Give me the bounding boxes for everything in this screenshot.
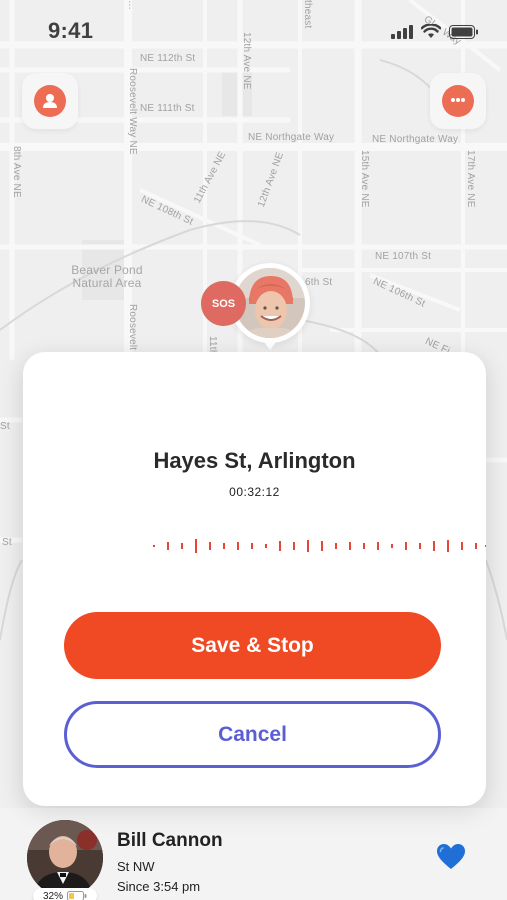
contact-card[interactable]: 32% Bill Cannon St NW Since 3:54 pm (0, 808, 507, 900)
recording-modal: Hayes St, Arlington 00:32:12 Save & Stop… (23, 352, 486, 806)
contact-avatar (27, 820, 103, 896)
contact-location: St NW (117, 859, 155, 874)
battery-percent: 32% (42, 890, 63, 900)
audio-waveform (153, 539, 486, 553)
contact-name: Bill Cannon (117, 830, 223, 851)
cancel-button[interactable]: Cancel (64, 701, 441, 768)
screen: NE 112th St NE 111th St NE Northgate Way… (0, 0, 507, 900)
recording-timer: 00:32:12 (229, 485, 280, 499)
battery-low-icon (67, 891, 87, 900)
battery-status: 32% (33, 888, 97, 900)
contact-since: Since 3:54 pm (117, 879, 201, 894)
save-and-stop-button[interactable]: Save & Stop (64, 612, 441, 679)
location-title: Hayes St, Arlington (153, 448, 356, 473)
blue-heart-icon[interactable] (437, 844, 465, 870)
